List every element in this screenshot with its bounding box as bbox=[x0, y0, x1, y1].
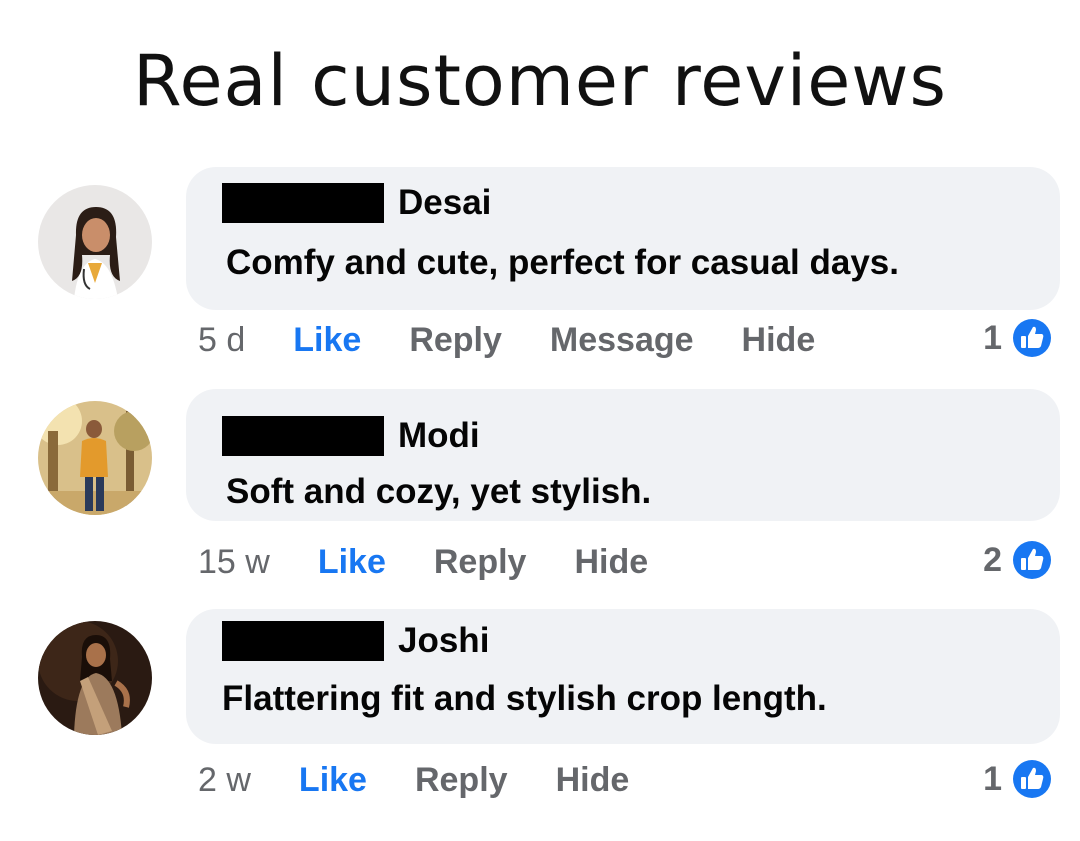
redacted-first-name bbox=[222, 621, 384, 661]
avatar-photo-woman bbox=[38, 185, 152, 299]
comment-bubble: Joshi Flattering fit and stylish crop le… bbox=[186, 609, 1060, 744]
message-button[interactable]: Message bbox=[550, 321, 694, 360]
redacted-first-name bbox=[222, 183, 384, 223]
page-title: Real customer reviews bbox=[132, 40, 947, 122]
comment-actions: 2 w Like Reply Hide bbox=[198, 758, 677, 802]
comment-actions: 15 w Like Reply Hide bbox=[198, 540, 696, 584]
like-thumb-icon bbox=[1010, 757, 1054, 801]
avatar[interactable] bbox=[38, 621, 152, 735]
comment-author-name[interactable]: Modi bbox=[398, 416, 480, 456]
like-thumb-icon bbox=[1010, 316, 1054, 360]
comment-text: Comfy and cute, perfect for casual days. bbox=[226, 243, 899, 282]
like-thumb-icon bbox=[1010, 538, 1054, 582]
hide-button[interactable]: Hide bbox=[742, 321, 816, 360]
comment-author-name[interactable]: Joshi bbox=[398, 621, 489, 661]
reaction-summary[interactable]: 1 bbox=[983, 754, 1056, 804]
avatar-photo-woman-outdoor bbox=[38, 401, 152, 515]
comment-author-row: Joshi bbox=[222, 621, 489, 661]
reply-button[interactable]: Reply bbox=[415, 761, 508, 800]
comment-bubble: Modi Soft and cozy, yet stylish. bbox=[186, 389, 1060, 521]
reaction-count: 2 bbox=[983, 540, 1002, 579]
redacted-first-name bbox=[222, 416, 384, 456]
hide-button[interactable]: Hide bbox=[556, 761, 630, 800]
comment-timestamp[interactable]: 15 w bbox=[198, 543, 270, 582]
comment-bubble: Desai Comfy and cute, perfect for casual… bbox=[186, 167, 1060, 310]
comment-timestamp[interactable]: 2 w bbox=[198, 761, 251, 800]
hide-button[interactable]: Hide bbox=[574, 543, 648, 582]
comment-actions: 5 d Like Reply Message Hide bbox=[198, 318, 863, 362]
comment-timestamp[interactable]: 5 d bbox=[198, 321, 245, 360]
like-button[interactable]: Like bbox=[318, 543, 386, 582]
like-button[interactable]: Like bbox=[299, 761, 367, 800]
comment-author-row: Desai bbox=[222, 183, 491, 223]
comment-author-name[interactable]: Desai bbox=[398, 183, 491, 223]
comment-author-row: Modi bbox=[222, 416, 480, 456]
reaction-count: 1 bbox=[983, 759, 1002, 798]
reply-button[interactable]: Reply bbox=[434, 543, 527, 582]
reaction-count: 1 bbox=[983, 318, 1002, 357]
avatar[interactable] bbox=[38, 185, 152, 299]
comment-text: Flattering fit and stylish crop length. bbox=[222, 679, 827, 718]
avatar[interactable] bbox=[38, 401, 152, 515]
reaction-summary[interactable]: 2 bbox=[983, 535, 1056, 585]
comment-text: Soft and cozy, yet stylish. bbox=[226, 472, 652, 511]
reaction-summary[interactable]: 1 bbox=[983, 313, 1056, 363]
avatar-photo-woman-saree bbox=[38, 621, 152, 735]
like-button[interactable]: Like bbox=[293, 321, 361, 360]
reply-button[interactable]: Reply bbox=[409, 321, 502, 360]
